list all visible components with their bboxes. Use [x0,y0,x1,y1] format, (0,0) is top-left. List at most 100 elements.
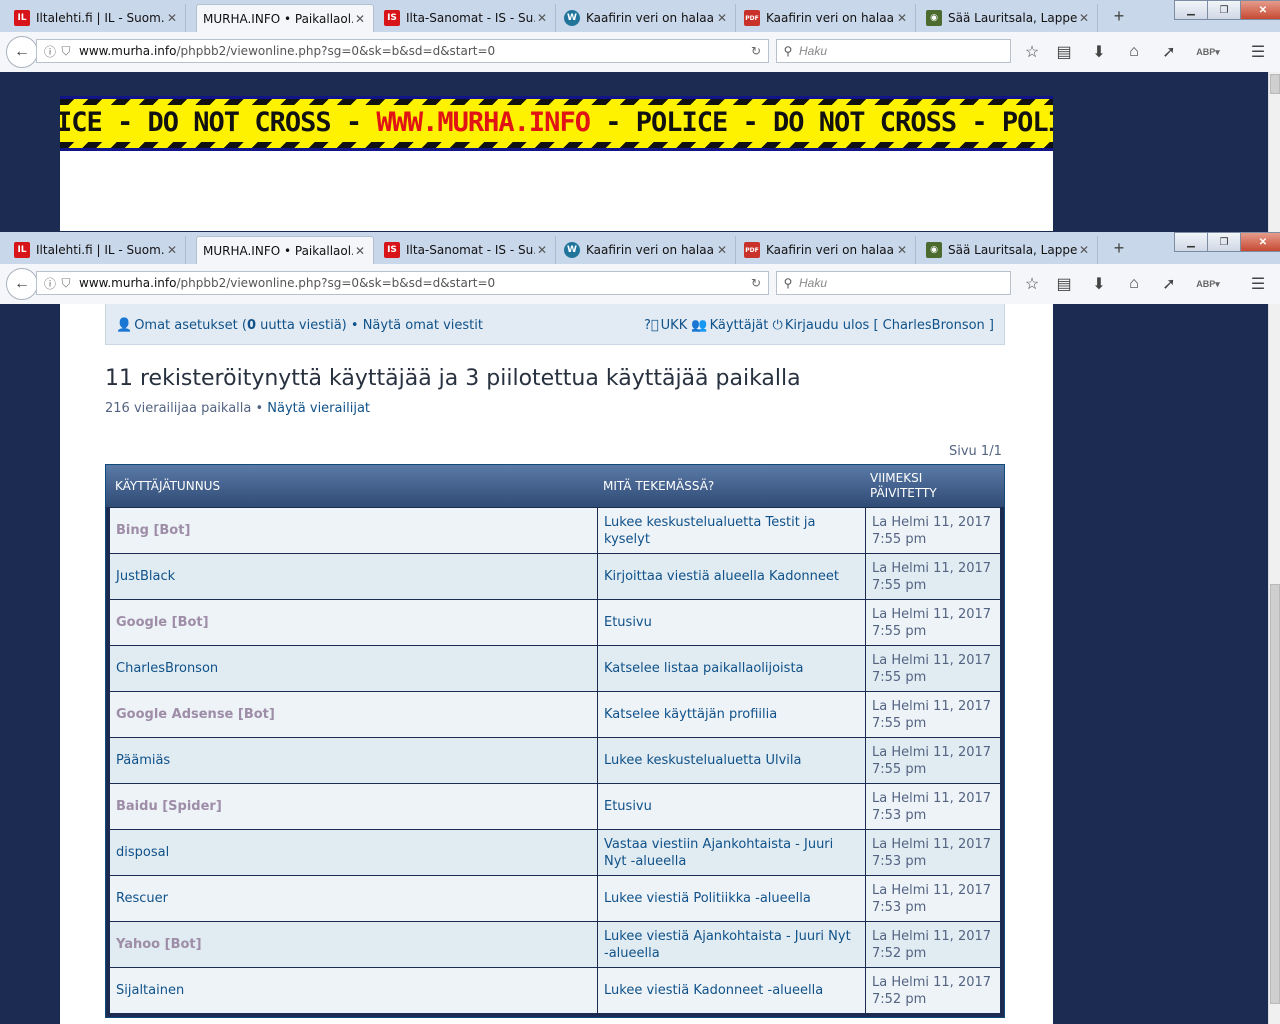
username-link[interactable]: Päämiäs [110,738,598,783]
close-tab-icon[interactable]: ✕ [165,243,179,257]
members-link[interactable]: Käyttäjät [710,318,769,333]
maximize-button[interactable]: ❐ [1207,232,1241,252]
tab-2[interactable]: IS Ilta-Sanomat - IS - Su... ✕ [378,236,556,264]
new-tab-button[interactable]: + [1108,238,1130,260]
activity-link[interactable]: Kirjoittaa viestiä alueella Kadonneet [598,554,866,599]
username-link[interactable]: JustBlack [110,554,598,599]
tab-5[interactable]: ◉ Sää Lauritsala, Lappe... ✕ [920,4,1098,32]
reading-list-icon[interactable]: ▤ [1052,272,1076,296]
close-tab-icon[interactable]: ✕ [1077,11,1091,25]
table-row: Google Adsense [Bot] Katselee käyttäjän p… [110,691,1000,737]
tab-4[interactable]: PDF Kaafirin veri on halaal... ✕ [738,4,916,32]
back-button[interactable]: ← [6,36,38,68]
tab-5[interactable]: ◉ Sää Lauritsala, Lappe... ✕ [920,236,1098,264]
activity-link[interactable]: Lukee viestiä Kadonneet -alueella [598,968,866,1013]
header-updated[interactable]: VIIMEKSI PÄIVITETTY [870,465,970,507]
close-window-button[interactable]: ✕ [1240,0,1280,20]
new-tab-button[interactable]: + [1108,6,1130,28]
wordpress-icon: W [564,242,580,258]
url-text[interactable]: www.murha.info/phpbb2/viewonline.php?sg=… [79,276,744,290]
download-icon[interactable]: ⬇ [1087,40,1111,64]
username-link[interactable]: Yahoo [Bot] [110,922,598,967]
activity-link[interactable]: Lukee keskustelualuetta Ulvila [598,738,866,783]
username-link[interactable]: CharlesBronson [110,646,598,691]
bookmark-star-icon[interactable]: ☆ [1020,272,1044,296]
tab-2[interactable]: IS Ilta-Sanomat - IS - Su... ✕ [378,4,556,32]
scrollbar-thumb[interactable] [1270,74,1280,94]
url-text[interactable]: www.murha.info/phpbb2/viewonline.php?sg=… [79,44,744,58]
site-banner[interactable]: ICE - DO NOT CROSS - WWW.MURHA.INFO - PO… [60,96,1053,231]
tab-0[interactable]: IL Iltalehti.fi | IL - Suom... ✕ [8,236,186,264]
scrollbar-top[interactable] [1268,72,1280,232]
close-tab-icon[interactable]: ✕ [353,12,367,26]
tab-3[interactable]: W Kaafirin veri on halaal... ✕ [558,4,736,32]
own-posts-link[interactable]: Näytä omat viestit [363,318,483,333]
search-input[interactable]: ⚲ Haku [776,271,1011,295]
shield-icon: ⛉ [61,275,71,290]
header-username[interactable]: KÄYTTÄJÄTUNNUS [115,465,220,507]
tab-4[interactable]: PDF Kaafirin veri on halaal... ✕ [738,236,916,264]
adblock-icon[interactable]: ABP▾ [1196,40,1220,64]
download-icon[interactable]: ⬇ [1087,272,1111,296]
settings-link[interactable]: Omat asetukset (0 uutta viestiä) [134,318,347,333]
close-tab-icon[interactable]: ✕ [895,243,909,257]
tab-0[interactable]: IL Iltalehti.fi | IL - Suom... ✕ [8,4,186,32]
reload-icon[interactable]: ↻ [744,276,768,290]
adblock-icon[interactable]: ABP▾ [1196,272,1220,296]
close-tab-icon[interactable]: ✕ [535,243,549,257]
reading-list-icon[interactable]: ▤ [1052,40,1076,64]
scrollbar-bottom[interactable] [1268,304,1280,1024]
url-bar[interactable]: ⓘ ⛉ www.murha.info/phpbb2/viewonline.php… [36,39,769,63]
maximize-button[interactable]: ❐ [1207,0,1241,20]
header-activity[interactable]: MITÄ TEKEMÄSSÄ? [603,465,714,507]
activity-link[interactable]: Etusivu [598,600,866,645]
menu-icon[interactable]: ☰ [1246,40,1270,64]
activity-link[interactable]: Katselee käyttäjän profiilia [598,692,866,737]
tab-1[interactable]: MURHA.INFO • Paikallaol... ✕ [196,236,374,264]
close-tab-icon[interactable]: ✕ [895,11,909,25]
tab-1[interactable]: MURHA.INFO • Paikallaol... ✕ [196,4,374,32]
send-icon[interactable]: ➚ [1157,40,1181,64]
bookmark-star-icon[interactable]: ☆ [1020,40,1044,64]
activity-link[interactable]: Lukee viestiä Ajankohtaista - Juuri Nyt … [598,922,866,967]
close-window-button[interactable]: ✕ [1240,232,1280,252]
activity-link[interactable]: Etusivu [598,784,866,829]
back-button[interactable]: ← [6,268,38,300]
menu-icon[interactable]: ☰ [1246,272,1270,296]
scrollbar-thumb[interactable] [1270,584,1280,1004]
username-link[interactable]: disposal [110,830,598,875]
logout-link[interactable]: Kirjaudu ulos [ CharlesBronson ] [785,318,994,333]
activity-link[interactable]: Vastaa viestiin Ajankohtaista - Juuri Ny… [598,830,866,875]
close-tab-icon[interactable]: ✕ [715,243,729,257]
show-guests-link[interactable]: Näytä vierailijat [267,401,370,416]
close-tab-icon[interactable]: ✕ [715,11,729,25]
home-icon[interactable]: ⌂ [1122,272,1146,296]
close-tab-icon[interactable]: ✕ [165,11,179,25]
username-link[interactable]: Baidu [Spider] [110,784,598,829]
close-tab-icon[interactable]: ✕ [535,11,549,25]
username-link[interactable]: Sijaltainen [110,968,598,1013]
faq-link[interactable]: UKK [661,318,688,333]
activity-link[interactable]: Lukee keskustelualuetta Testit ja kysely… [598,508,866,553]
info-icon[interactable]: ⓘ [41,43,59,60]
username-link[interactable]: Rescuer [110,876,598,921]
minimize-button[interactable]: ▁ [1174,0,1208,20]
activity-link[interactable]: Lukee viestiä Politiikka -alueella [598,876,866,921]
last-updated: La Helmi 11, 2017 7:52 pm [872,928,992,961]
table-row: JustBlack Kirjoittaa viestiä alueella Kad… [110,553,1000,599]
username-link[interactable]: Google Adsense [Bot] [110,692,598,737]
home-icon[interactable]: ⌂ [1122,40,1146,64]
activity-link[interactable]: Katselee listaa paikallaolijoista [598,646,866,691]
info-icon[interactable]: ⓘ [41,275,59,292]
username-link[interactable]: Bing [Bot] [110,508,598,553]
page-info: Sivu 1/1 [949,444,1002,459]
reload-icon[interactable]: ↻ [744,44,768,58]
search-input[interactable]: ⚲ Haku [776,39,1011,63]
close-tab-icon[interactable]: ✕ [353,244,367,258]
close-tab-icon[interactable]: ✕ [1077,243,1091,257]
url-bar[interactable]: ⓘ ⛉ www.murha.info/phpbb2/viewonline.php… [36,271,769,295]
username-link[interactable]: Google [Bot] [110,600,598,645]
send-icon[interactable]: ➚ [1157,272,1181,296]
tab-3[interactable]: W Kaafirin veri on halaal... ✕ [558,236,736,264]
minimize-button[interactable]: ▁ [1174,232,1208,252]
